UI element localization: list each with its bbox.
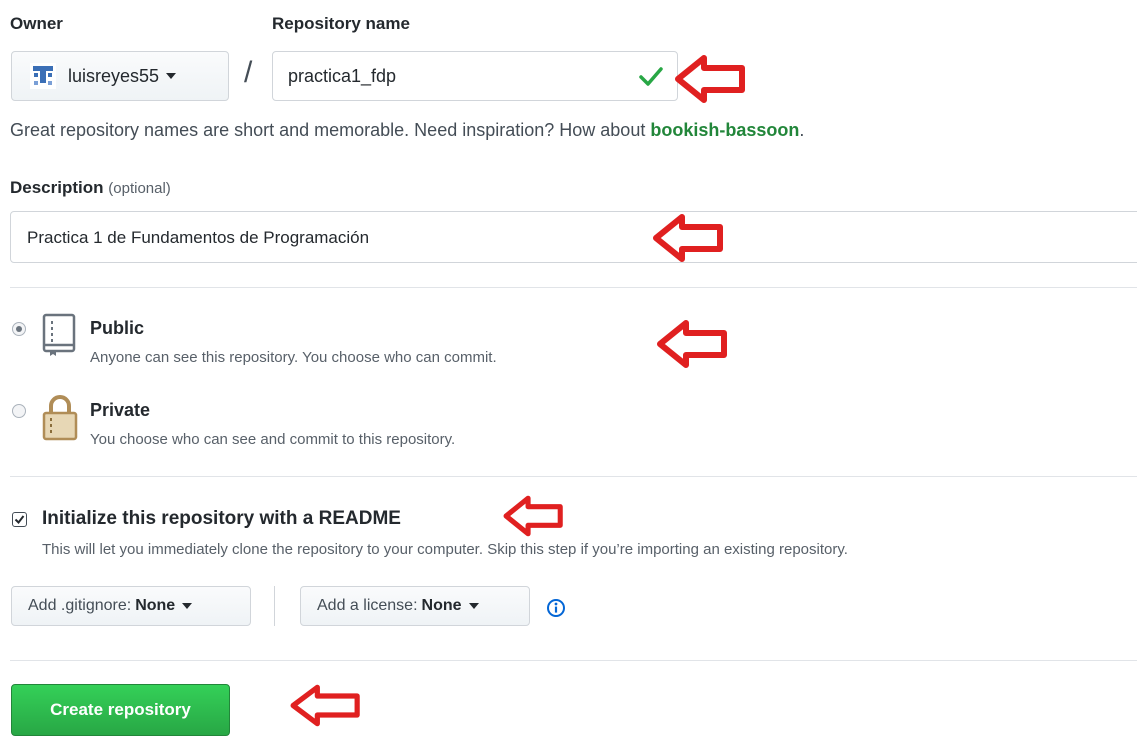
optional-tag: (optional) xyxy=(108,180,171,197)
caret-down-icon xyxy=(182,603,193,609)
private-description: You choose who can see and commit to thi… xyxy=(90,431,456,448)
red-arrow-icon xyxy=(503,495,563,537)
gitignore-prefix: Add .gitignore: xyxy=(28,597,132,614)
repository-name-label: Repository name xyxy=(272,14,410,33)
owner-dropdown[interactable]: luisreyes55 xyxy=(11,51,229,101)
gitignore-value: None xyxy=(135,597,176,614)
repo-book-icon xyxy=(42,313,76,356)
description-input[interactable]: Practica 1 de Fundamentos de Programació… xyxy=(10,211,1137,263)
owner-label: Owner xyxy=(10,14,63,33)
owner-name: luisreyes55 xyxy=(68,65,160,86)
readme-title: Initialize this repository with a README xyxy=(42,508,401,529)
red-arrow-icon xyxy=(653,214,723,262)
lock-icon xyxy=(42,395,78,441)
vertical-separator xyxy=(274,586,275,626)
description-value: Practica 1 de Fundamentos de Programació… xyxy=(27,228,370,247)
private-radio[interactable] xyxy=(12,404,26,418)
gitignore-dropdown[interactable]: Add .gitignore: None xyxy=(11,586,251,626)
name-suggestion-link[interactable]: bookish-bassoon xyxy=(650,120,799,140)
check-icon xyxy=(639,67,663,86)
public-radio[interactable] xyxy=(12,322,26,336)
license-dropdown[interactable]: Add a license: None xyxy=(300,586,530,626)
caret-down-icon xyxy=(166,73,177,79)
private-title: Private xyxy=(90,400,151,420)
hint-text: Great repository names are short and mem… xyxy=(10,120,651,140)
repository-name-value: practica1_fdp xyxy=(288,66,397,86)
info-icon[interactable] xyxy=(546,598,566,618)
owner-avatar-icon xyxy=(30,63,56,89)
create-repository-button[interactable]: Create repository xyxy=(11,684,230,736)
readme-checkbox[interactable] xyxy=(12,512,27,527)
owner-repo-separator: / xyxy=(244,56,253,89)
license-prefix: Add a license: xyxy=(317,597,418,614)
red-arrow-icon xyxy=(675,55,745,103)
repository-name-input[interactable]: practica1_fdp xyxy=(272,51,678,101)
public-title: Public xyxy=(90,318,145,338)
public-description: Anyone can see this repository. You choo… xyxy=(90,349,497,366)
readme-description: This will let you immediately clone the … xyxy=(42,541,848,558)
hint-end: . xyxy=(799,120,805,140)
divider xyxy=(10,660,1137,661)
red-arrow-icon xyxy=(657,320,727,368)
repo-name-hint: Great repository names are short and mem… xyxy=(10,120,804,141)
caret-down-icon xyxy=(468,603,479,609)
divider xyxy=(10,287,1137,288)
description-label-text: Description xyxy=(10,178,104,197)
red-arrow-icon xyxy=(290,684,360,727)
divider xyxy=(10,476,1137,477)
description-label: Description (optional) xyxy=(10,178,171,198)
checkmark-icon xyxy=(14,515,25,525)
license-value: None xyxy=(421,597,462,614)
